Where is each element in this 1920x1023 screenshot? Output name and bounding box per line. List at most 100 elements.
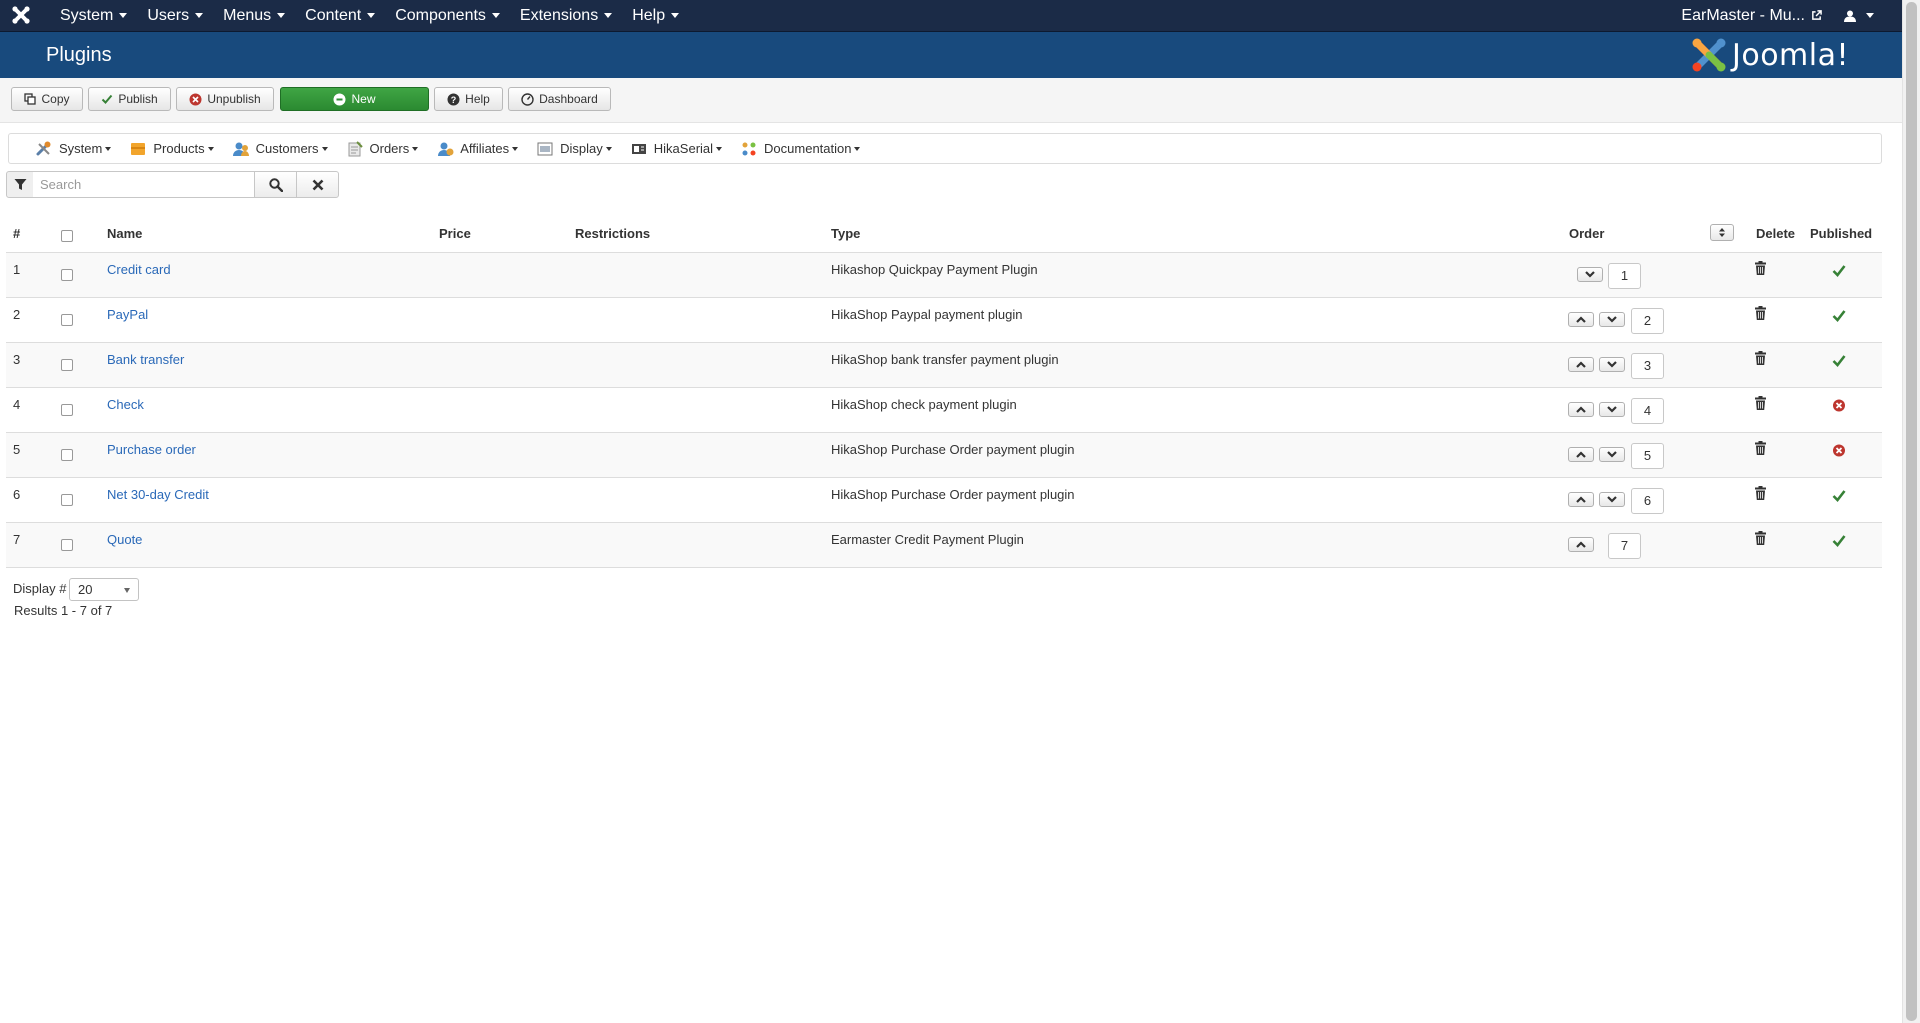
submenu-label: Orders bbox=[369, 141, 410, 156]
trash-icon[interactable] bbox=[1755, 306, 1766, 320]
scrollbar-thumb[interactable] bbox=[1906, 2, 1917, 1021]
submenu-orders[interactable]: Orders bbox=[346, 140, 419, 157]
row-checkbox[interactable] bbox=[61, 449, 73, 461]
move-down-button[interactable] bbox=[1599, 447, 1625, 462]
published-check-icon[interactable] bbox=[1832, 489, 1846, 502]
move-up-button[interactable] bbox=[1568, 537, 1594, 552]
display-limit-select[interactable]: 20 bbox=[69, 578, 139, 601]
help-label: Help bbox=[465, 92, 490, 106]
save-order-button[interactable] bbox=[1710, 224, 1734, 241]
published-check-icon[interactable] bbox=[1832, 354, 1846, 367]
move-down-button[interactable] bbox=[1599, 402, 1625, 417]
submenu-system[interactable]: System bbox=[35, 141, 112, 157]
search-input[interactable] bbox=[33, 171, 255, 198]
site-link[interactable]: EarMaster - Mu... bbox=[1681, 7, 1822, 25]
order-input[interactable]: 5 bbox=[1631, 443, 1664, 469]
publish-button[interactable]: Publish bbox=[88, 87, 171, 111]
trash-icon[interactable] bbox=[1755, 531, 1766, 545]
plugin-name-link[interactable]: PayPal bbox=[107, 307, 148, 322]
plugin-name-link[interactable]: Credit card bbox=[107, 262, 171, 277]
row-checkbox[interactable] bbox=[61, 539, 73, 551]
caret-down-icon bbox=[207, 146, 214, 151]
filter-button[interactable] bbox=[6, 171, 34, 198]
header-order[interactable]: Order bbox=[1569, 226, 1604, 241]
move-down-button[interactable] bbox=[1599, 312, 1625, 327]
trash-icon[interactable] bbox=[1755, 351, 1766, 365]
joomla-icon[interactable] bbox=[11, 5, 31, 25]
plugin-name-link[interactable]: Quote bbox=[107, 532, 142, 547]
row-checkbox[interactable] bbox=[61, 494, 73, 506]
unpublished-x-icon[interactable] bbox=[1832, 444, 1846, 457]
order-input[interactable]: 1 bbox=[1608, 263, 1641, 289]
menu-users[interactable]: Users bbox=[137, 0, 213, 31]
trash-icon[interactable] bbox=[1755, 441, 1766, 455]
order-input[interactable]: 2 bbox=[1631, 308, 1664, 334]
plugin-name-link[interactable]: Check bbox=[107, 397, 144, 412]
submenu-customers[interactable]: Customers bbox=[232, 141, 328, 157]
submenu-label: Documentation bbox=[764, 141, 852, 156]
select-all-checkbox[interactable] bbox=[61, 230, 73, 242]
user-icon bbox=[1844, 10, 1856, 22]
plugin-name-link[interactable]: Bank transfer bbox=[107, 352, 184, 367]
order-input[interactable]: 3 bbox=[1631, 353, 1664, 379]
dashboard-button[interactable]: Dashboard bbox=[508, 87, 611, 111]
check-icon bbox=[102, 94, 113, 104]
move-up-button[interactable] bbox=[1568, 402, 1594, 417]
trash-icon[interactable] bbox=[1755, 396, 1766, 410]
menu-label: Extensions bbox=[519, 7, 599, 24]
submenu-hikaserial[interactable]: HikaSerial bbox=[630, 141, 723, 157]
new-button[interactable]: New bbox=[280, 87, 429, 111]
plugin-name-link[interactable]: Purchase order bbox=[107, 442, 196, 457]
move-up-button[interactable] bbox=[1568, 312, 1594, 327]
published-check-icon[interactable] bbox=[1832, 534, 1846, 547]
header-name[interactable]: Name bbox=[107, 226, 142, 241]
move-up-button[interactable] bbox=[1568, 357, 1594, 372]
row-checkbox[interactable] bbox=[61, 269, 73, 281]
published-check-icon[interactable] bbox=[1832, 264, 1846, 277]
submenu-label: Affiliates bbox=[460, 141, 510, 156]
menu-content[interactable]: Content bbox=[295, 0, 385, 31]
submenu-documentation[interactable]: Documentation bbox=[740, 141, 861, 157]
row-checkbox[interactable] bbox=[61, 314, 73, 326]
order-input[interactable]: 6 bbox=[1631, 488, 1664, 514]
row-checkbox[interactable] bbox=[61, 404, 73, 416]
move-up-button[interactable] bbox=[1568, 492, 1594, 507]
move-down-button[interactable] bbox=[1599, 357, 1625, 372]
menu-system[interactable]: System bbox=[50, 0, 137, 31]
trash-icon[interactable] bbox=[1755, 486, 1766, 500]
row-number: 6 bbox=[13, 487, 21, 502]
move-up-button[interactable] bbox=[1568, 447, 1594, 462]
move-down-button[interactable] bbox=[1577, 267, 1603, 282]
clear-search-button[interactable] bbox=[296, 171, 339, 198]
published-check-icon[interactable] bbox=[1832, 309, 1846, 322]
submenu-affiliates[interactable]: Affiliates bbox=[436, 141, 519, 157]
submenu-display[interactable]: Display bbox=[536, 141, 612, 157]
unpublish-button[interactable]: Unpublish bbox=[176, 87, 274, 111]
header-published[interactable]: Published bbox=[1810, 226, 1872, 241]
order-input[interactable]: 4 bbox=[1631, 398, 1664, 424]
joomla-logo: Joomla! bbox=[1690, 36, 1849, 74]
menu-menus[interactable]: Menus bbox=[213, 0, 295, 31]
unpublished-x-icon[interactable] bbox=[1832, 399, 1846, 412]
menu-help[interactable]: Help bbox=[622, 0, 689, 31]
vertical-scrollbar[interactable] bbox=[1902, 0, 1920, 1023]
row-checkbox[interactable] bbox=[61, 359, 73, 371]
trash-icon[interactable] bbox=[1755, 261, 1766, 275]
caret-down-icon bbox=[105, 146, 112, 151]
submenu-products[interactable]: Products bbox=[129, 141, 214, 157]
menu-components[interactable]: Components bbox=[385, 0, 510, 31]
order-input[interactable]: 7 bbox=[1608, 533, 1641, 559]
move-down-button[interactable] bbox=[1599, 492, 1625, 507]
table-row: 6 Net 30-day Credit HikaShop Purchase Orde… bbox=[6, 478, 1882, 523]
plugin-name-link[interactable]: Net 30-day Credit bbox=[107, 487, 209, 502]
help-button[interactable]: ? Help bbox=[434, 87, 503, 111]
caret-down-icon bbox=[604, 13, 613, 19]
caret-down-icon bbox=[491, 13, 500, 19]
user-menu[interactable] bbox=[1844, 10, 1874, 22]
copy-button[interactable]: Copy bbox=[11, 87, 83, 111]
plugin-type: Earmaster Credit Payment Plugin bbox=[831, 532, 1024, 547]
menu-extensions[interactable]: Extensions bbox=[510, 0, 622, 31]
search-button[interactable] bbox=[254, 171, 297, 198]
caret-down-icon bbox=[605, 146, 612, 151]
header-type[interactable]: Type bbox=[831, 226, 860, 241]
